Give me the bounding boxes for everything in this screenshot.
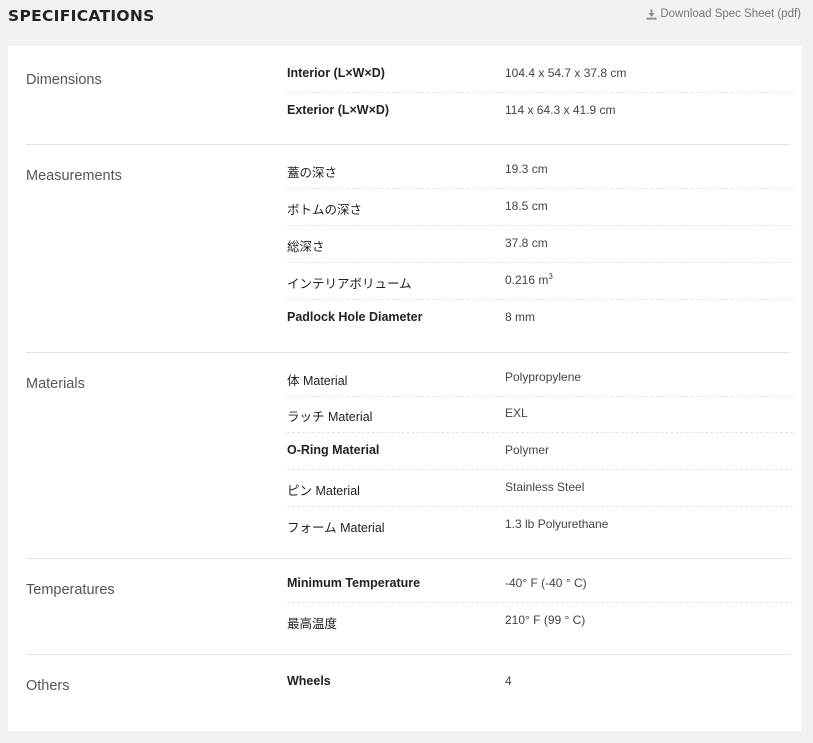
- page-header: SPECIFICATIONS Download Spec Sheet (pdf): [0, 0, 813, 40]
- spec-label: Interior (L×W×D): [287, 66, 385, 80]
- spec-value: EXL: [505, 406, 528, 420]
- spec-row: Padlock Hole Diameter 8 mm: [287, 300, 793, 337]
- spec-row: Wheels 4: [287, 664, 793, 701]
- spec-row: 体 Material Polypropylene: [287, 360, 793, 397]
- spec-label: O-Ring Material: [287, 443, 380, 457]
- spec-row: O-Ring Material Polymer: [287, 433, 793, 470]
- spec-row: 最高温度 210° F (99 ° C): [287, 603, 793, 640]
- spec-label: 蓋の深さ: [287, 166, 338, 180]
- volume-exponent: 3: [548, 272, 553, 281]
- spec-row: フォーム Material 1.3 lb Polyurethane: [287, 507, 793, 544]
- download-icon: [646, 8, 657, 20]
- spec-value: 104.4 x 54.7 x 37.8 cm: [505, 66, 627, 80]
- spec-group-others: Others Wheels 4: [26, 656, 791, 726]
- spec-label: フォーム Material: [287, 521, 385, 535]
- spec-label: ラッチ Material: [287, 410, 373, 424]
- spec-label: 最高温度: [287, 617, 338, 631]
- spec-value: -40° F (-40 ° C): [505, 576, 587, 590]
- spec-value: 210° F (99 ° C): [505, 613, 586, 627]
- spec-value: 4: [505, 674, 512, 688]
- spec-value: 8 mm: [505, 310, 535, 324]
- spec-value: 37.8 cm: [505, 236, 548, 250]
- spec-label: Wheels: [287, 674, 331, 688]
- spec-group-materials: Materials 体 Material Polypropylene ラッチ M…: [26, 354, 793, 559]
- spec-row: インテリアボリューム 0.216 m3: [287, 263, 793, 300]
- group-title: Measurements: [26, 168, 122, 184]
- spec-group-dimensions: Dimensions Interior (L×W×D) 104.4 x 54.7…: [26, 46, 793, 145]
- group-title: Dimensions: [26, 72, 102, 88]
- group-title: Others: [26, 678, 70, 694]
- spec-value: 0.216 m3: [505, 272, 553, 288]
- spec-value: 114 x 64.3 x 41.9 cm: [505, 103, 616, 117]
- volume-value: 0.216 m: [505, 273, 549, 287]
- spec-value: 1.3 lb Polyurethane: [505, 517, 609, 531]
- spec-label: Exterior (L×W×D): [287, 103, 390, 117]
- spec-label: インテリアボリューム: [287, 277, 412, 291]
- spec-row: 蓋の深さ 19.3 cm: [287, 152, 793, 189]
- spec-label: Padlock Hole Diameter: [287, 310, 423, 324]
- spec-label: 総深さ: [287, 240, 325, 254]
- spec-label: Minimum Temperature: [287, 576, 421, 590]
- page-title: SPECIFICATIONS: [8, 7, 155, 25]
- spec-row: Minimum Temperature -40° F (-40 ° C): [287, 566, 793, 603]
- specifications-card: Dimensions Interior (L×W×D) 104.4 x 54.7…: [8, 46, 801, 731]
- spec-value: Polypropylene: [505, 370, 582, 384]
- spec-row: Exterior (L×W×D) 114 x 64.3 x 41.9 cm: [287, 93, 793, 130]
- spec-label: ピン Material: [287, 484, 360, 498]
- spec-group-measurements: Measurements 蓋の深さ 19.3 cm ボトムの深さ 18.5 cm…: [26, 146, 793, 353]
- spec-label: 体 Material: [287, 374, 348, 388]
- spec-label: ボトムの深さ: [287, 203, 363, 217]
- spec-row: ラッチ Material EXL: [287, 396, 793, 433]
- download-spec-sheet-link[interactable]: Download Spec Sheet (pdf): [646, 8, 801, 20]
- spec-value: Polymer: [505, 443, 550, 457]
- spec-row: Interior (L×W×D) 104.4 x 54.7 x 37.8 cm: [287, 56, 793, 93]
- group-title: Materials: [26, 376, 85, 392]
- group-title: Temperatures: [26, 582, 115, 598]
- spec-value: 18.5 cm: [505, 199, 548, 213]
- spec-row: ピン Material Stainless Steel: [287, 470, 793, 507]
- spec-row: 総深さ 37.8 cm: [287, 226, 793, 263]
- spec-group-temperatures: Temperatures Minimum Temperature -40° F …: [26, 560, 793, 655]
- spec-value: Stainless Steel: [505, 480, 585, 494]
- spec-value: 19.3 cm: [505, 162, 548, 176]
- spec-row: ボトムの深さ 18.5 cm: [287, 189, 793, 226]
- download-label: Download Spec Sheet (pdf): [660, 8, 801, 20]
